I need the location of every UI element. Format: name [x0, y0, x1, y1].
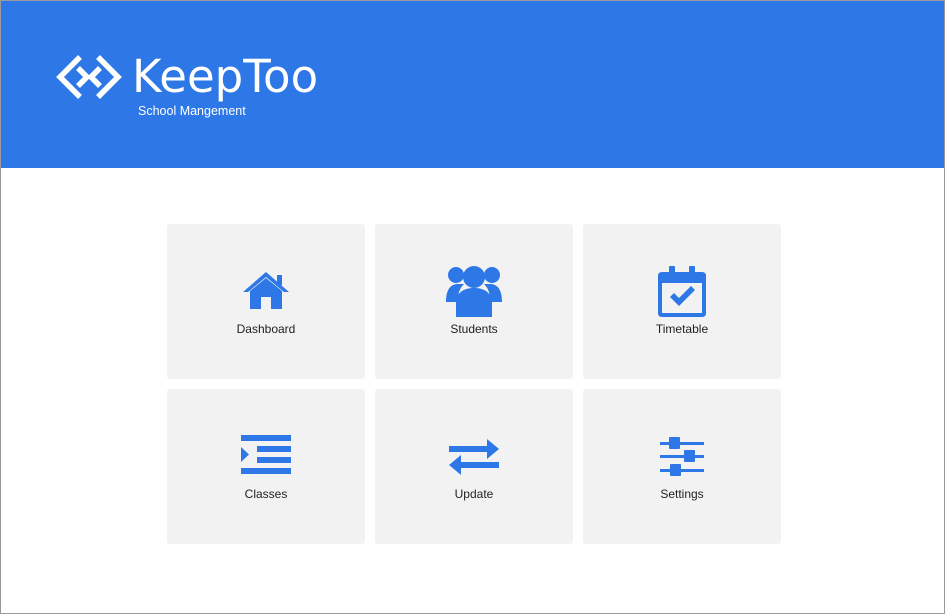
home-icon: [243, 272, 289, 309]
dashboard-label: Dashboard: [236, 322, 296, 336]
app-window: KeepToo School Mangement Dashboard Stude…: [0, 0, 945, 614]
sliders-icon: [660, 437, 704, 476]
settings-label: Settings: [660, 487, 704, 501]
timetable-tile[interactable]: Timetable: [583, 224, 781, 379]
students-tile[interactable]: Students: [375, 224, 573, 379]
brand-name: KeepToo: [132, 50, 319, 103]
indent-list-icon: [241, 435, 291, 474]
menu-grid: Dashboard Students Timetable Classes Upd…: [167, 224, 781, 546]
keeptoo-logo-icon: [56, 55, 122, 99]
students-label: Students: [450, 322, 498, 336]
brand-subtitle: School Mangement: [138, 104, 246, 118]
update-label: Update: [454, 487, 494, 501]
calendar-check-icon: [658, 266, 706, 317]
timetable-label: Timetable: [655, 322, 709, 336]
classes-tile[interactable]: Classes: [167, 389, 365, 544]
update-tile[interactable]: Update: [375, 389, 573, 544]
dashboard-tile[interactable]: Dashboard: [167, 224, 365, 379]
users-icon: [446, 266, 502, 317]
swap-arrows-icon: [449, 439, 499, 475]
header-banner: KeepToo School Mangement: [1, 1, 944, 168]
classes-label: Classes: [244, 487, 288, 501]
settings-tile[interactable]: Settings: [583, 389, 781, 544]
